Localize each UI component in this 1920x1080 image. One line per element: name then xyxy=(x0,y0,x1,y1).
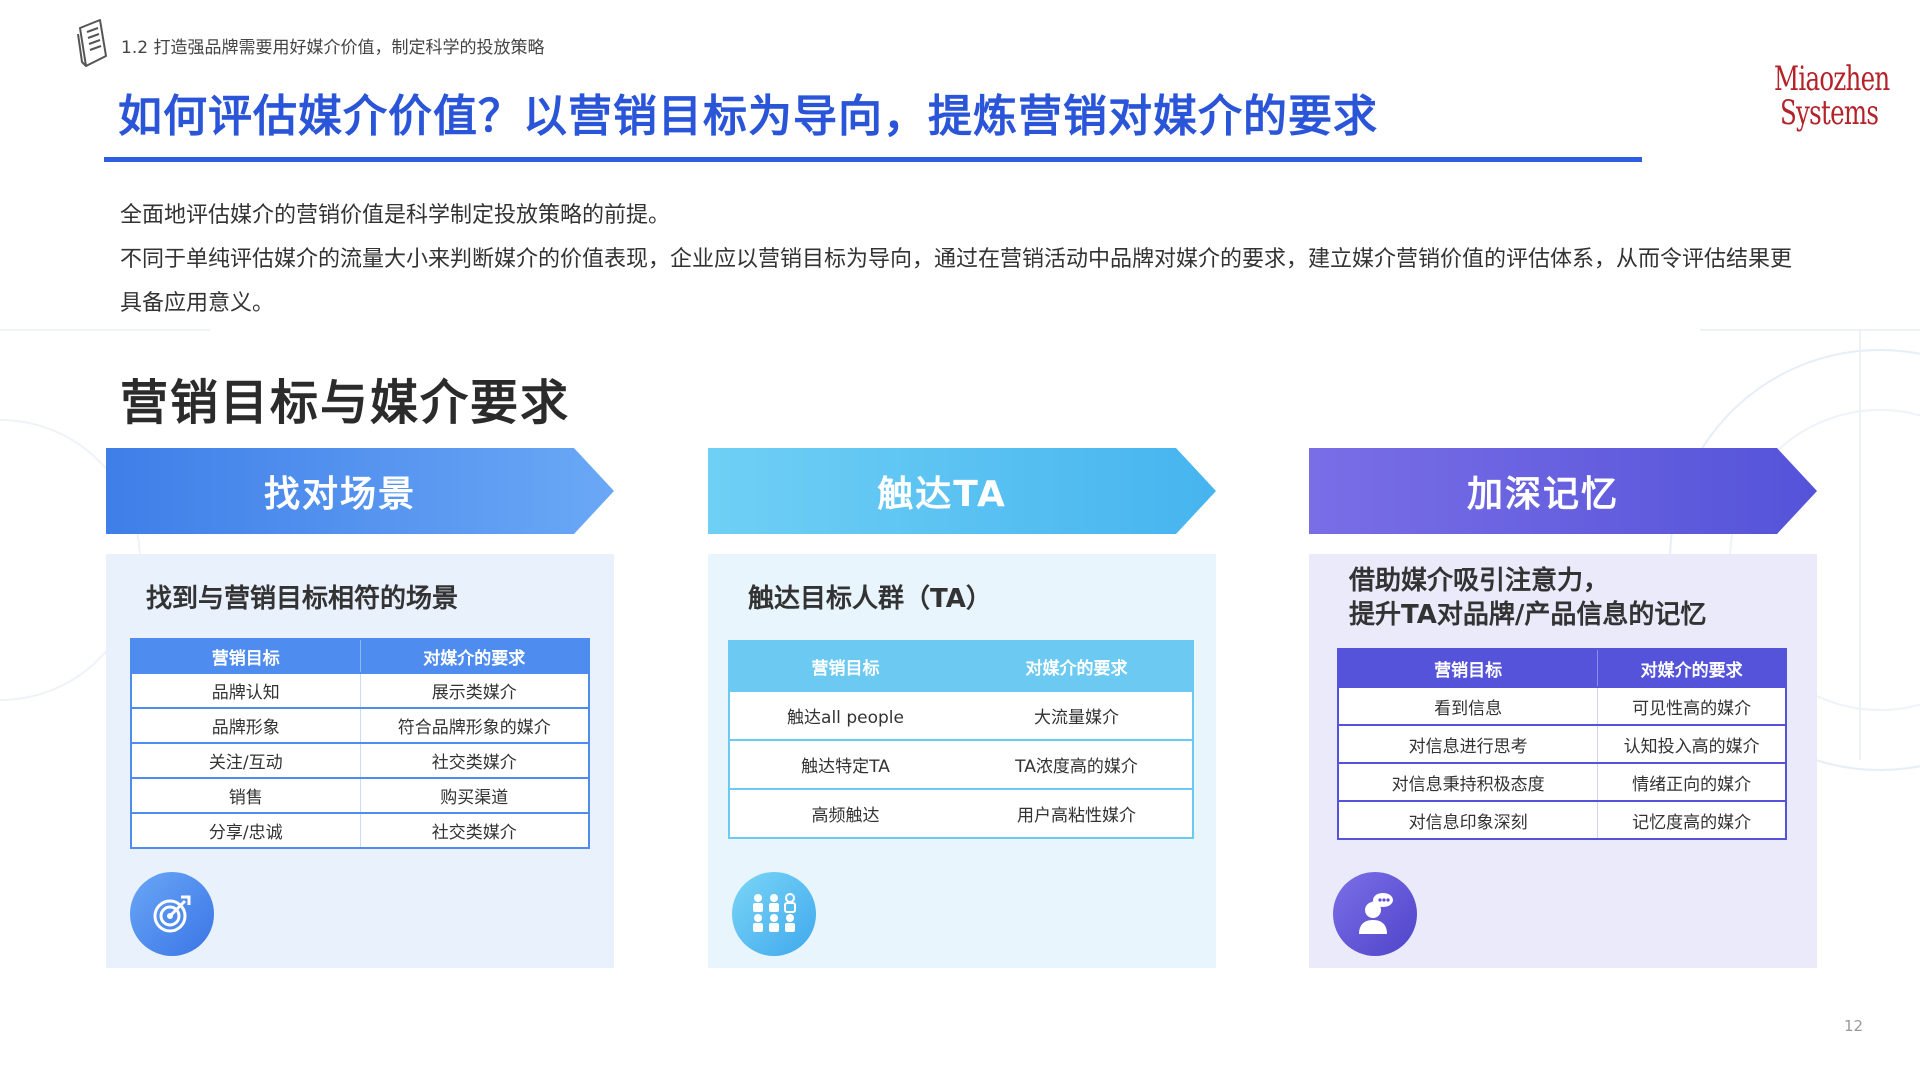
table-cell-requirement: 可见性高的媒介 xyxy=(1632,698,1752,719)
table-row: 关注/互动 社交类媒介 xyxy=(131,743,589,778)
table-header-goal: 营销目标 xyxy=(811,658,880,679)
table-header-requirement: 对媒介的要求 xyxy=(1640,660,1743,681)
target-icon xyxy=(130,872,214,956)
document-icon xyxy=(77,19,107,67)
table-cell-requirement: 情绪正向的媒介 xyxy=(1632,774,1752,795)
title-divider xyxy=(104,157,1642,162)
intro-line-2: 不同于单纯评估媒介的流量大小来判断媒介的价值表现，企业应以营销目标为导向，通过在… xyxy=(120,247,1793,316)
table-header-goal: 营销目标 xyxy=(131,639,361,673)
table-row: 销售 购买渠道 xyxy=(131,778,589,813)
table-cell-goal: 看到信息 xyxy=(1338,687,1599,725)
column-header-label: 触达TA xyxy=(877,474,1007,515)
card-subtitle: 找到与营销目标相符的场景 xyxy=(146,584,459,614)
table-header-row: 营销目标 对媒介的要求 xyxy=(729,641,1193,691)
goal-requirement-table: 营销目标 对媒介的要求 品牌认知 展示类媒介 品牌形象 符合品牌形象的媒介 关注… xyxy=(130,638,590,849)
table-row: 分享/忠诚 社交类媒介 xyxy=(131,813,589,848)
table-row: 对信息秉持积极态度 情绪正向的媒介 xyxy=(1338,763,1786,801)
table-cell-requirement: TA浓度高的媒介 xyxy=(1015,757,1138,777)
table-cell-requirement: 记忆度高的媒介 xyxy=(1632,812,1752,833)
column-card: 找到与营销目标相符的场景 营销目标 对媒介的要求 品牌认知 展示类媒介 品牌形象… xyxy=(106,554,614,968)
people-group-icon xyxy=(732,872,816,956)
table-cell-requirement: 展示类媒介 xyxy=(431,683,517,703)
goal-requirement-table: 营销目标 对媒介的要求 触达all people 大流量媒介 触达特定TA TA… xyxy=(728,640,1194,839)
table-cell-goal: 高频触达 xyxy=(811,806,880,826)
table-header-row: 营销目标 对媒介的要求 xyxy=(131,639,589,673)
table-header-requirement: 对媒介的要求 xyxy=(1025,658,1128,679)
table-cell-requirement: 认知投入高的媒介 xyxy=(1623,736,1760,757)
column-card: 触达目标人群（TA） 营销目标 对媒介的要求 触达all people 大流量媒… xyxy=(708,554,1216,968)
intro-text: 全面地评估媒介的营销价值是科学制定投放策略的前提。 不同于单纯评估媒介的流量大小… xyxy=(120,194,1800,326)
page-title: 如何评估媒介价值？以营销目标为导向，提炼营销对媒介的要求 xyxy=(118,91,1378,142)
column-header-arrow: 触达TA xyxy=(708,448,1216,534)
table-cell-goal: 销售 xyxy=(131,778,361,813)
table-header-row: 营销目标 对媒介的要求 xyxy=(1338,649,1786,687)
intro-line-1: 全面地评估媒介的营销价值是科学制定投放策略的前提。 xyxy=(120,203,671,228)
table-header-goal: 营销目标 xyxy=(1338,649,1599,687)
table-cell-goal: 对信息印象深刻 xyxy=(1338,801,1599,839)
section-title: 营销目标与媒介要求 xyxy=(120,375,571,431)
column-header-label: 找对场景 xyxy=(263,474,416,515)
table-cell-goal: 品牌形象 xyxy=(131,708,361,743)
page-number: 12 xyxy=(1844,1017,1864,1035)
card-subtitle-line-1: 借助媒介吸引注意力， xyxy=(1349,566,1610,596)
table-header-requirement: 对媒介的要求 xyxy=(423,648,526,669)
table-row: 触达all people 大流量媒介 xyxy=(729,691,1193,740)
table-row: 对信息印象深刻 记忆度高的媒介 xyxy=(1338,801,1786,839)
column-card: 借助媒介吸引注意力， 提升TA对品牌/产品信息的记忆 营销目标 对媒介的要求 看… xyxy=(1309,554,1817,968)
thinking-person-icon xyxy=(1333,872,1417,956)
table-cell-requirement: 用户高粘性媒介 xyxy=(1017,806,1136,826)
card-subtitle-line-2: 提升TA对品牌/产品信息的记忆 xyxy=(1349,600,1707,630)
table-cell-requirement: 购买渠道 xyxy=(440,788,509,808)
table-cell-goal: 品牌认知 xyxy=(131,673,361,708)
table-cell-goal: 对信息秉持积极态度 xyxy=(1338,763,1599,801)
table-cell-requirement: 符合品牌形象的媒介 xyxy=(397,718,551,738)
table-cell-goal: 分享/忠诚 xyxy=(131,813,361,848)
card-subtitle: 触达目标人群（TA） xyxy=(748,584,992,614)
table-cell-requirement: 社交类媒介 xyxy=(431,753,517,773)
table-cell-goal: 触达all people xyxy=(787,708,904,728)
column-header-label: 加深记忆 xyxy=(1466,474,1619,515)
column-find-scene: 找对场景 找到与营销目标相符的场景 营销目标 对媒介的要求 品牌认知 展示类媒介… xyxy=(106,448,614,968)
table-cell-goal: 对信息进行思考 xyxy=(1338,725,1599,763)
column-header-arrow: 找对场景 xyxy=(106,448,614,534)
logo-line-1: Miaozhen xyxy=(1774,59,1890,99)
company-logo: Miaozhen Systems xyxy=(1766,59,1890,144)
goal-requirement-table: 营销目标 对媒介的要求 看到信息 可见性高的媒介 对信息进行思考 认知投入高的媒… xyxy=(1337,648,1787,840)
table-cell-requirement: 社交类媒介 xyxy=(431,823,517,843)
table-row: 触达特定TA TA浓度高的媒介 xyxy=(729,740,1193,789)
table-row: 对信息进行思考 认知投入高的媒介 xyxy=(1338,725,1786,763)
table-row: 看到信息 可见性高的媒介 xyxy=(1338,687,1786,725)
table-row: 品牌认知 展示类媒介 xyxy=(131,673,589,708)
breadcrumb: 1.2 打造强品牌需要用好媒介价值，制定科学的投放策略 xyxy=(121,38,545,58)
column-reach-ta: 触达TA 触达目标人群（TA） 营销目标 对媒介的要求 触达all people… xyxy=(708,448,1216,968)
column-header-arrow: 加深记忆 xyxy=(1309,448,1817,534)
table-cell-requirement: 大流量媒介 xyxy=(1034,708,1119,728)
logo-line-2: Systems xyxy=(1780,93,1879,133)
table-cell-goal: 触达特定TA xyxy=(801,757,890,777)
column-deepen-memory: 加深记忆 借助媒介吸引注意力， 提升TA对品牌/产品信息的记忆 营销目标 对媒介… xyxy=(1309,448,1817,968)
table-cell-goal: 关注/互动 xyxy=(131,743,361,778)
table-row: 高频触达 用户高粘性媒介 xyxy=(729,789,1193,838)
table-row: 品牌形象 符合品牌形象的媒介 xyxy=(131,708,589,743)
